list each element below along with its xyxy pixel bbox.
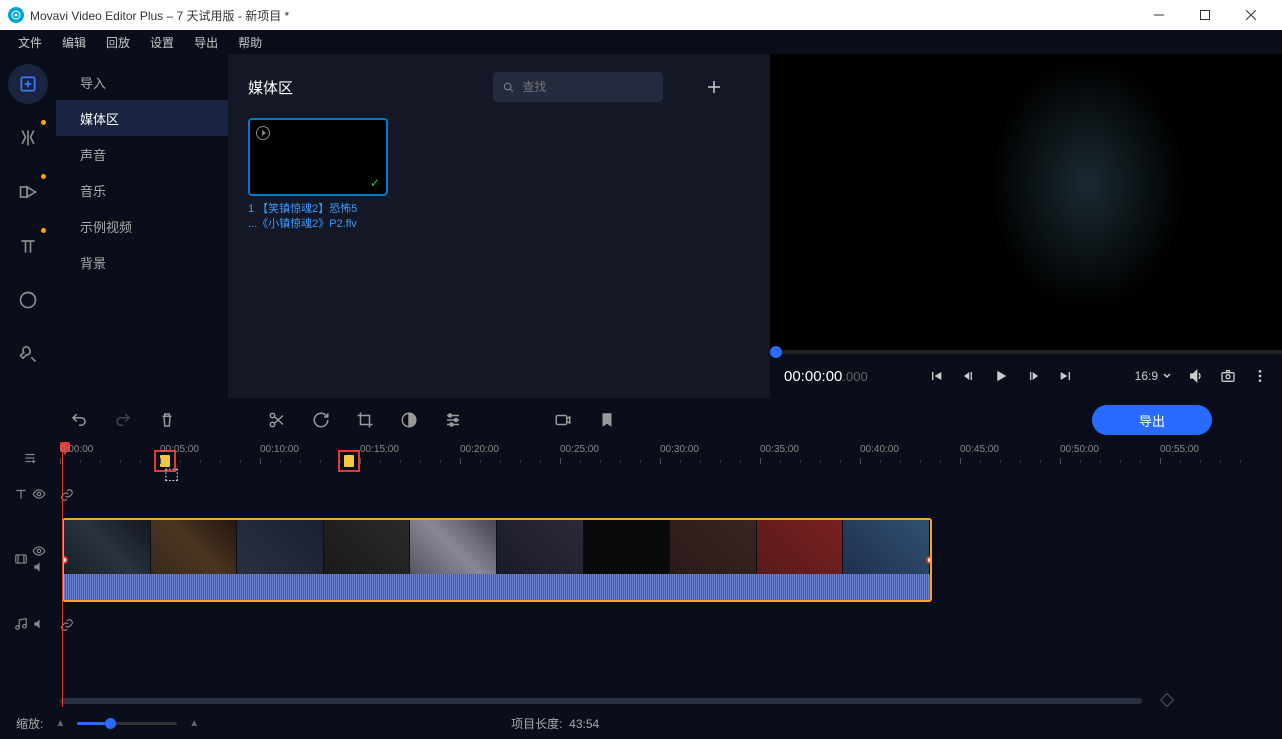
more-button[interactable] (1252, 368, 1268, 384)
scrubber-head[interactable] (770, 346, 782, 358)
aspect-ratio-dropdown[interactable]: 16:9 (1135, 369, 1172, 383)
video-track-head[interactable] (0, 518, 60, 600)
marker-2[interactable] (338, 450, 360, 472)
titles-track[interactable] (60, 474, 1282, 514)
minimize-button[interactable] (1136, 0, 1182, 30)
music-icon (14, 617, 28, 631)
timeline-ruler[interactable]: ⬚ 0:00:0000:05:0000:10:0000:15:0000:20:0… (60, 442, 1282, 474)
project-length: 项目长度: 43:54 (511, 715, 599, 732)
snapshot-button[interactable] (1220, 368, 1236, 384)
rail-filters[interactable] (8, 118, 48, 158)
search-box[interactable] (493, 72, 663, 102)
add-media-button[interactable] (699, 72, 729, 102)
zoom-label: 缩放: (16, 715, 43, 732)
video-icon (14, 552, 28, 566)
search-input[interactable] (522, 80, 653, 94)
visibility-icon[interactable] (32, 544, 46, 558)
video-clip[interactable] (62, 518, 932, 602)
rail-tools[interactable] (8, 334, 48, 374)
split-button[interactable] (268, 411, 286, 429)
clip-handle-right[interactable] (926, 556, 932, 564)
audio-track-head[interactable] (0, 604, 60, 644)
export-button[interactable]: 导出 (1092, 405, 1212, 435)
video-track[interactable] (60, 518, 1282, 600)
clip-waveform (64, 574, 930, 600)
audio-icon[interactable] (32, 560, 46, 574)
record-button[interactable] (554, 411, 572, 429)
preview-scrubber[interactable] (770, 350, 1282, 354)
play-icon (256, 126, 270, 140)
check-icon: ✓ (370, 176, 380, 190)
menu-export[interactable]: 导出 (184, 34, 228, 51)
zoom-out-button[interactable]: ▲ (55, 718, 65, 729)
media-clip[interactable]: ✓ 1 【笑镇惊魂2】恐怖5 ...《小镇惊魂2》P2.flv (248, 118, 388, 233)
rail-titles[interactable] (8, 226, 48, 266)
redo-button[interactable] (114, 411, 132, 429)
menubar: 文件 编辑 回放 设置 导出 帮助 (0, 30, 1282, 54)
add-track-button[interactable] (0, 442, 60, 474)
tool-rail (0, 54, 56, 398)
zoom-slider[interactable] (77, 722, 177, 725)
app-logo (8, 7, 24, 23)
prev-frame-button[interactable] (960, 368, 976, 384)
next-frame-button[interactable] (1026, 368, 1042, 384)
status-bar: 缩放: ▲ ▲ 项目长度: 43:54 (0, 707, 1282, 739)
play-button[interactable] (992, 367, 1010, 385)
audio-icon[interactable] (32, 617, 46, 631)
media-clip-thumbnail[interactable]: ✓ (248, 118, 388, 196)
titles-track-head[interactable] (0, 474, 60, 514)
color-button[interactable] (400, 411, 418, 429)
preview-panel: ? 00:00:00.000 16:9 (770, 54, 1282, 398)
prev-clip-button[interactable] (928, 368, 944, 384)
sidebar-item-media[interactable]: 媒体区 (56, 100, 228, 136)
rail-import[interactable] (8, 64, 48, 104)
timeline-scrollbar[interactable] (0, 695, 1282, 707)
media-clip-caption: 1 【笑镇惊魂2】恐怖5 ...《小镇惊魂2》P2.flv (248, 202, 388, 233)
sidebar-item-sample[interactable]: 示例视频 (56, 208, 228, 244)
titlebar: Movavi Video Editor Plus – 7 天试用版 - 新项目 … (0, 0, 1282, 30)
sidebar-item-music[interactable]: 音乐 (56, 172, 228, 208)
rotate-button[interactable] (312, 411, 330, 429)
titles-icon (14, 487, 28, 501)
window-title: Movavi Video Editor Plus – 7 天试用版 - 新项目 … (30, 7, 1136, 24)
visibility-icon[interactable] (32, 487, 46, 501)
sidebar-item-import[interactable]: 导入 (56, 64, 228, 100)
sidebar-item-background[interactable]: 背景 (56, 244, 228, 280)
adjust-button[interactable] (444, 411, 462, 429)
menu-playback[interactable]: 回放 (96, 34, 140, 51)
preview-controls: 00:00:00.000 16:9 (770, 354, 1282, 398)
search-icon (503, 81, 514, 94)
close-button[interactable] (1228, 0, 1274, 30)
playhead-line (62, 442, 63, 707)
marker-button[interactable] (598, 411, 616, 429)
next-clip-button[interactable] (1058, 368, 1074, 384)
chevron-down-icon (1162, 371, 1172, 381)
delete-button[interactable] (158, 411, 176, 429)
menu-file[interactable]: 文件 (8, 34, 52, 51)
sidebar-item-sounds[interactable]: 声音 (56, 136, 228, 172)
media-heading: 媒体区 (248, 77, 293, 98)
timeline: ⬚ 0:00:0000:05:0000:10:0000:15:0000:20:0… (0, 442, 1282, 707)
timeline-toolbar: 导出 (0, 398, 1282, 442)
preview-timecode: 00:00:00.000 (784, 368, 868, 385)
crop-button[interactable] (356, 411, 374, 429)
import-sidebar: 导入 媒体区 声音 音乐 示例视频 背景 (56, 54, 228, 398)
rail-transitions[interactable] (8, 172, 48, 212)
media-panel: 媒体区 ✓ 1 【笑镇惊魂2】恐怖5 ...《小镇惊魂2》P2.flv (228, 54, 770, 398)
undo-button[interactable] (70, 411, 88, 429)
audio-track[interactable] (60, 604, 1282, 644)
menu-help[interactable]: 帮助 (228, 34, 272, 51)
zoom-knob[interactable] (105, 718, 116, 729)
maximize-button[interactable] (1182, 0, 1228, 30)
rail-stickers[interactable] (8, 280, 48, 320)
zoom-in-button[interactable]: ▲ (189, 718, 199, 729)
volume-button[interactable] (1188, 368, 1204, 384)
menu-edit[interactable]: 编辑 (52, 34, 96, 51)
preview-video[interactable] (770, 54, 1282, 350)
menu-settings[interactable]: 设置 (140, 34, 184, 51)
